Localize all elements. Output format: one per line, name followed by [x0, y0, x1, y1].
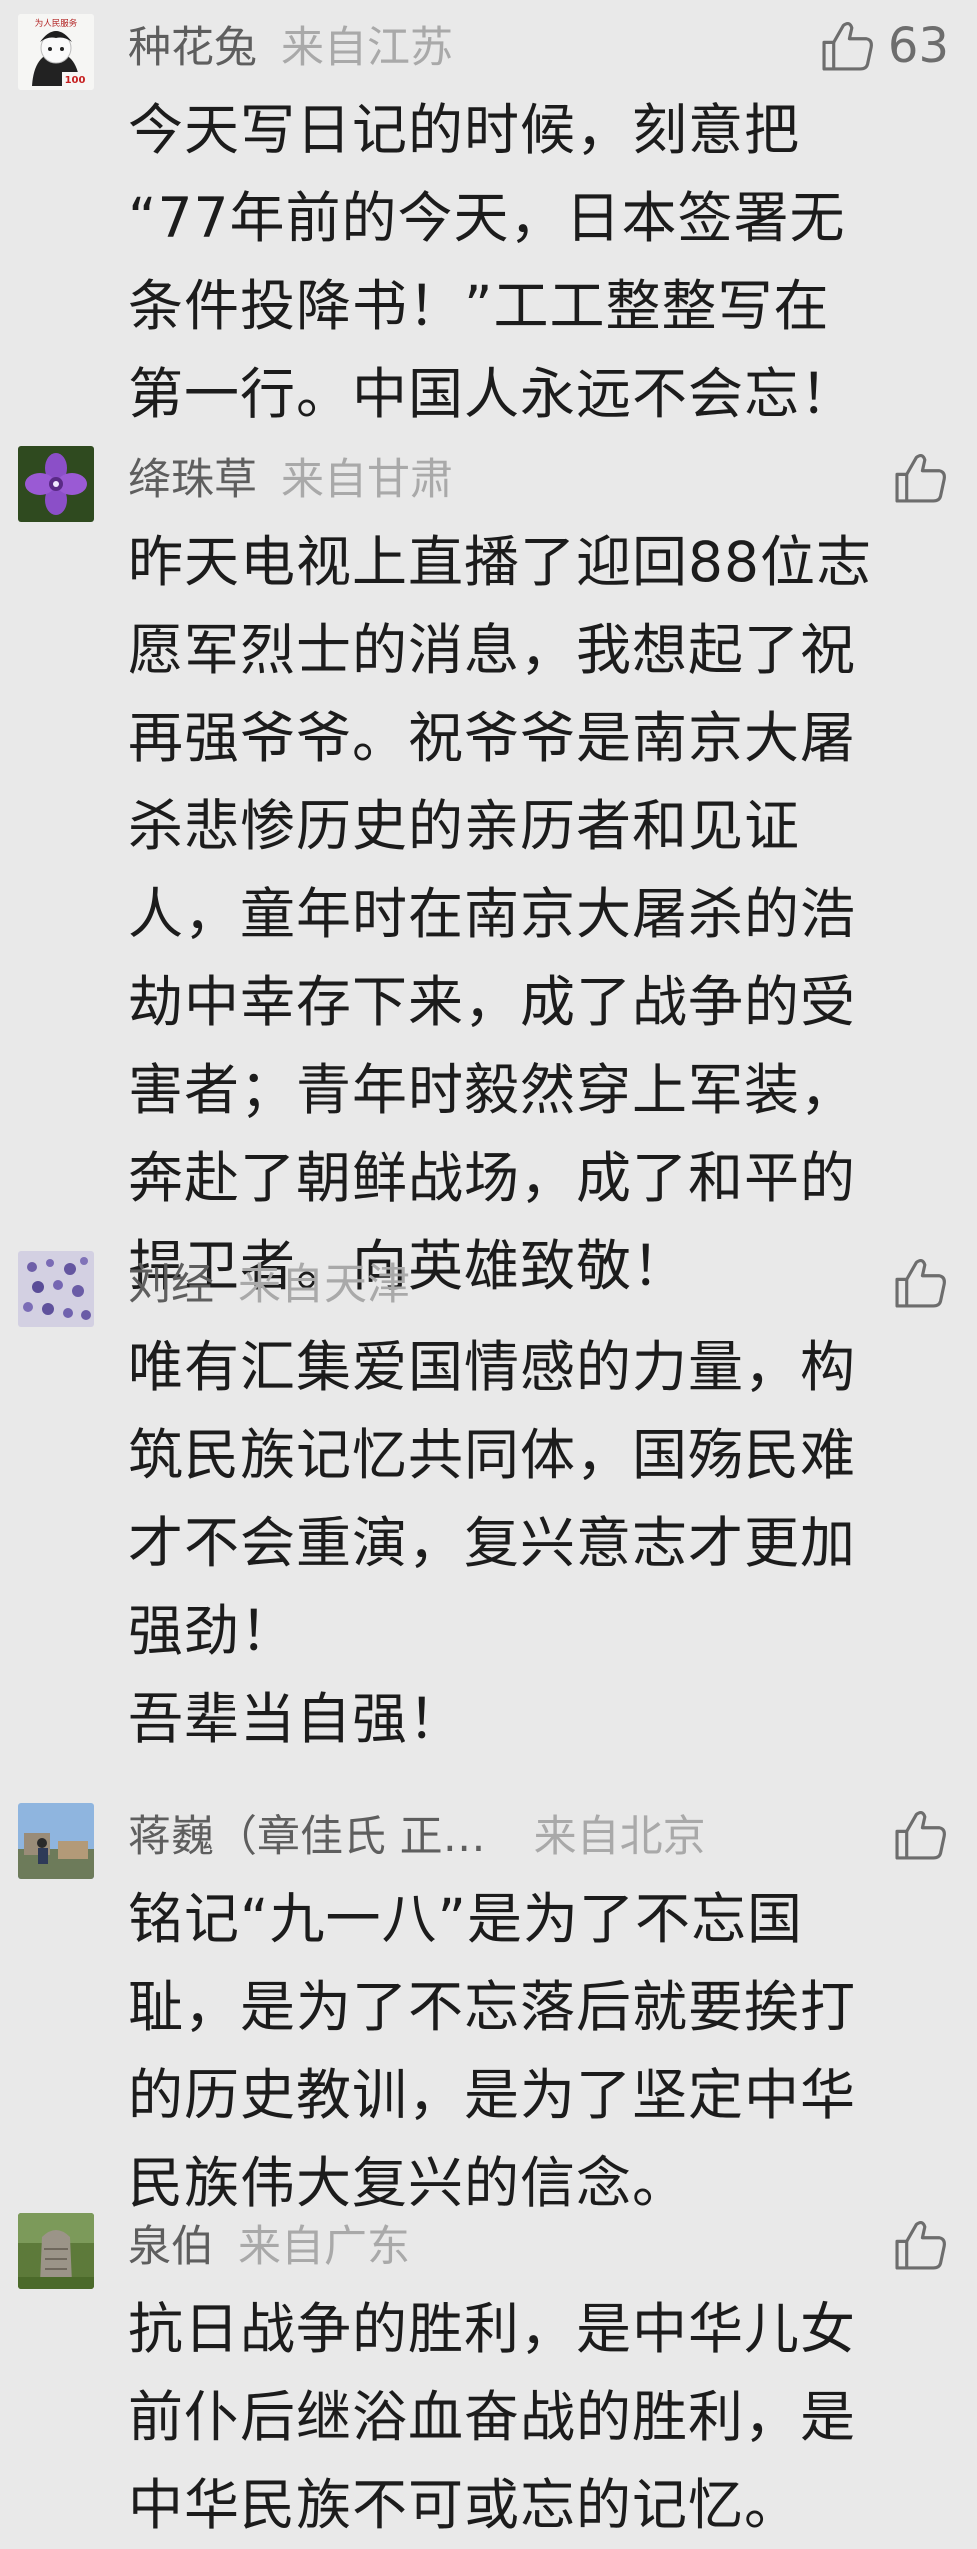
location-label: 来自天津 — [238, 1260, 410, 1310]
avatar-image — [18, 446, 94, 522]
location-label: 来自北京 — [533, 1812, 706, 1862]
comment-header: 种花兔 来自江苏 — [128, 18, 453, 78]
avatar[interactable] — [18, 2213, 94, 2289]
thumbs-up-icon — [895, 1810, 946, 1860]
comment-line: 才不会重演，复兴意志才更加 — [128, 1511, 857, 1575]
comment-line: 铭记“九一八”是为了不忘国 — [128, 1887, 803, 1951]
avatar-image: 为人民服务 100 — [18, 14, 94, 90]
like-count: 63 — [887, 18, 949, 74]
comment-line: 的历史教训，是为了坚定中华 — [128, 2063, 857, 2127]
comment-header: 刘经 来自天津 — [128, 1255, 410, 1315]
comment-line: 奔赴了朝鲜战场，成了和平的 — [128, 1146, 857, 1210]
comment-header: 蒋巍（章佳氏 正… 来自北京 — [128, 1807, 706, 1867]
avatar[interactable]: 为人民服务 100 — [18, 14, 94, 90]
avatar-image — [18, 1251, 94, 1327]
comment-text: 抗日战争的胜利，是中华儿女 前仆后继浴血奋战的胜利，是 中华民族不可或忘的记忆。 — [128, 2285, 958, 2549]
avatar-caption: 为人民服务 — [35, 18, 78, 29]
username[interactable]: 刘经 — [128, 1255, 214, 1315]
thumbs-up-icon — [822, 21, 873, 71]
username[interactable]: 绛珠草 — [128, 450, 257, 510]
comment-line: 耻，是为了不忘落后就要挨打 — [128, 1975, 857, 2039]
thumbs-up-icon — [895, 2220, 946, 2270]
username[interactable]: 种花兔 — [128, 18, 257, 78]
comment-line: 吾辈当自强！ — [128, 1687, 465, 1751]
like-button[interactable] — [891, 1253, 949, 1313]
comment-line: 劫中幸存下来，成了战争的受 — [128, 970, 857, 1034]
comment-line: 杀悲惨历史的亲历者和见证 — [128, 794, 801, 858]
location-label: 来自广东 — [238, 2222, 410, 2272]
avatar-image — [18, 2213, 94, 2289]
comment-line: 条件投降书！”工工整整写在 — [128, 274, 830, 338]
comment-line: 再强爷爷。祝爷爷是南京大屠 — [128, 706, 857, 770]
thumbs-up-icon — [895, 1258, 946, 1308]
comment-line: 中华民族不可或忘的记忆。 — [128, 2473, 801, 2537]
location-label: 来自甘肃 — [281, 455, 453, 505]
comment-line: 前仆后继浴血奋战的胜利，是 — [128, 2385, 857, 2449]
like-button[interactable] — [891, 2215, 949, 2275]
comment-line: 今天写日记的时候，刻意把 — [128, 98, 801, 162]
avatar[interactable] — [18, 446, 94, 522]
avatar-image — [18, 1803, 94, 1879]
comment-line: 人，童年时在南京大屠杀的浩 — [128, 882, 857, 946]
comment-line: “77年前的今天，日本签署无 — [128, 186, 846, 250]
location-label: 来自江苏 — [281, 23, 453, 73]
username[interactable]: 泉伯 — [128, 2217, 214, 2277]
comment-line: 唯有汇集爱国情感的力量，构 — [128, 1335, 857, 1399]
comment-text: 昨天电视上直播了迎回88位志 愿军烈士的消息，我想起了祝 再强爷爷。祝爷爷是南京大屠… — [128, 518, 958, 1310]
comment-line: 抗日战争的胜利，是中华儿女 — [128, 2297, 857, 2361]
comment-header: 泉伯 来自广东 — [128, 2217, 410, 2277]
comment-text: 唯有汇集爱国情感的力量，构 筑民族记忆共同体，国殇民难 才不会重演，复兴意志才更加强… — [128, 1323, 958, 1763]
avatar[interactable] — [18, 1803, 94, 1879]
comment-line: 第一行。中国人永远不会忘！ — [128, 362, 857, 426]
comment-header: 绛珠草 来自甘肃 — [128, 450, 453, 510]
comment-line: 民族伟大复兴的信念。 — [128, 2151, 689, 2215]
comment-text: 铭记“九一八”是为了不忘国 耻，是为了不忘落后就要挨打 的历史教训，是为了坚定中华民… — [128, 1875, 958, 2227]
thumbs-up-icon — [895, 453, 946, 503]
comment-line: 强劲！ — [128, 1599, 297, 1663]
avatar-badge: 100 — [65, 75, 86, 86]
comment-line: 筑民族记忆共同体，国殇民难 — [128, 1423, 857, 1487]
like-button[interactable] — [891, 1805, 949, 1865]
comment-line: 愿军烈士的消息，我想起了祝 — [128, 618, 857, 682]
like-button[interactable] — [891, 448, 949, 508]
username[interactable]: 蒋巍（章佳氏 正… — [128, 1807, 486, 1867]
avatar[interactable] — [18, 1251, 94, 1327]
comment-line: 害者；青年时毅然穿上军装， — [128, 1058, 857, 1122]
comment-line: 昨天电视上直播了迎回88位志 — [128, 530, 872, 594]
comment-text: 今天写日记的时候，刻意把 “77年前的今天，日本签署无 条件投降书！”工工整整写在第… — [128, 86, 958, 438]
like-button[interactable]: 63 — [818, 16, 949, 76]
